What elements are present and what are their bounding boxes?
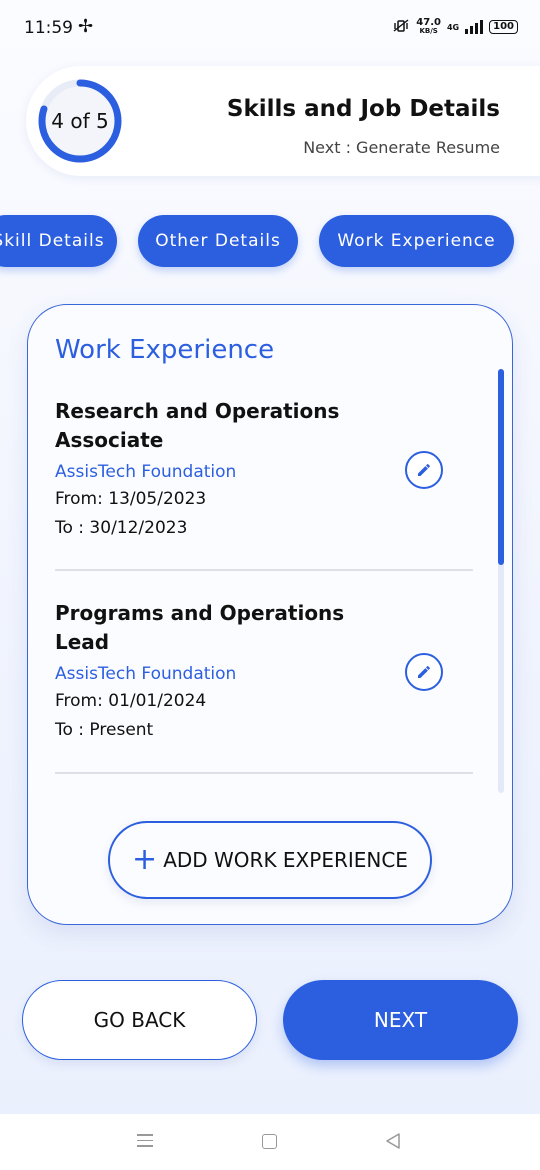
- tab-label: Other Details: [155, 231, 281, 251]
- pencil-icon: [418, 666, 430, 678]
- job-role: Research and Operations Associate: [55, 399, 340, 452]
- job-from-date: From: 13/05/2023: [55, 489, 207, 509]
- card-title: Work Experience: [55, 335, 275, 365]
- battery-icon: 100: [489, 20, 518, 34]
- next-label: NEXT: [373, 1008, 428, 1032]
- network-speed-unit: KB/S: [419, 27, 438, 35]
- go-back-button[interactable]: GO BACK: [22, 980, 257, 1060]
- job-to-date: To : 30/12/2023: [55, 518, 188, 538]
- tab-skill-details[interactable]: Skill Details: [0, 215, 117, 267]
- scrollbar-thumb[interactable]: [498, 369, 504, 565]
- list-item: Programs and Operations Lead AssisTech F…: [55, 599, 473, 745]
- divider: [55, 569, 473, 571]
- tab-label: Work Experience: [337, 231, 496, 251]
- network-speed: 47.0 KB/S: [416, 18, 441, 36]
- system-nav-bar: [0, 1114, 540, 1170]
- job-role: Programs and Operations Lead: [55, 601, 345, 654]
- next-button[interactable]: NEXT: [283, 980, 518, 1060]
- home-icon[interactable]: [262, 1134, 277, 1149]
- job-to-date: To : Present: [55, 720, 154, 740]
- add-button-label: ADD WORK EXPERIENCE: [163, 848, 408, 872]
- job-from-date: From: 01/01/2024: [55, 691, 207, 711]
- tab-other-details[interactable]: Other Details: [138, 215, 298, 267]
- tab-work-experience[interactable]: Work Experience: [319, 215, 514, 267]
- mute-vibrate-icon: [392, 18, 410, 36]
- go-back-label: GO BACK: [93, 1008, 186, 1032]
- add-work-experience-button[interactable]: + ADD WORK EXPERIENCE: [108, 821, 432, 899]
- progress-label: 4 of 5: [51, 109, 109, 133]
- divider: [55, 772, 473, 774]
- network-speed-value: 47.0: [416, 17, 441, 28]
- edit-button[interactable]: [405, 451, 443, 489]
- recent-apps-icon[interactable]: [137, 1134, 153, 1151]
- pencil-icon: [418, 464, 430, 476]
- back-icon[interactable]: [384, 1132, 402, 1150]
- plus-icon: +: [132, 842, 158, 877]
- scrollbar[interactable]: [498, 369, 504, 793]
- network-type: 4G: [446, 22, 460, 32]
- list-item: Research and Operations Associate AssisT…: [55, 397, 473, 543]
- status-icons: 47.0 KB/S 4G 100: [392, 18, 518, 36]
- next-step-label: Next : Generate Resume: [303, 138, 500, 157]
- status-bar: 11:59 ✢ 47.0 KB/S 4G 100: [0, 0, 540, 58]
- status-time: 11:59: [24, 18, 73, 38]
- work-experience-card: Work Experience Research and Operations …: [27, 304, 513, 925]
- signal-icon: [465, 20, 484, 34]
- edit-button[interactable]: [405, 653, 443, 691]
- fan-icon: ✢: [78, 16, 94, 37]
- tab-label: Skill Details: [0, 231, 105, 251]
- page-title: Skills and Job Details: [226, 96, 500, 122]
- progress-header: 4 of 5 Skills and Job Details Next : Gen…: [26, 66, 540, 176]
